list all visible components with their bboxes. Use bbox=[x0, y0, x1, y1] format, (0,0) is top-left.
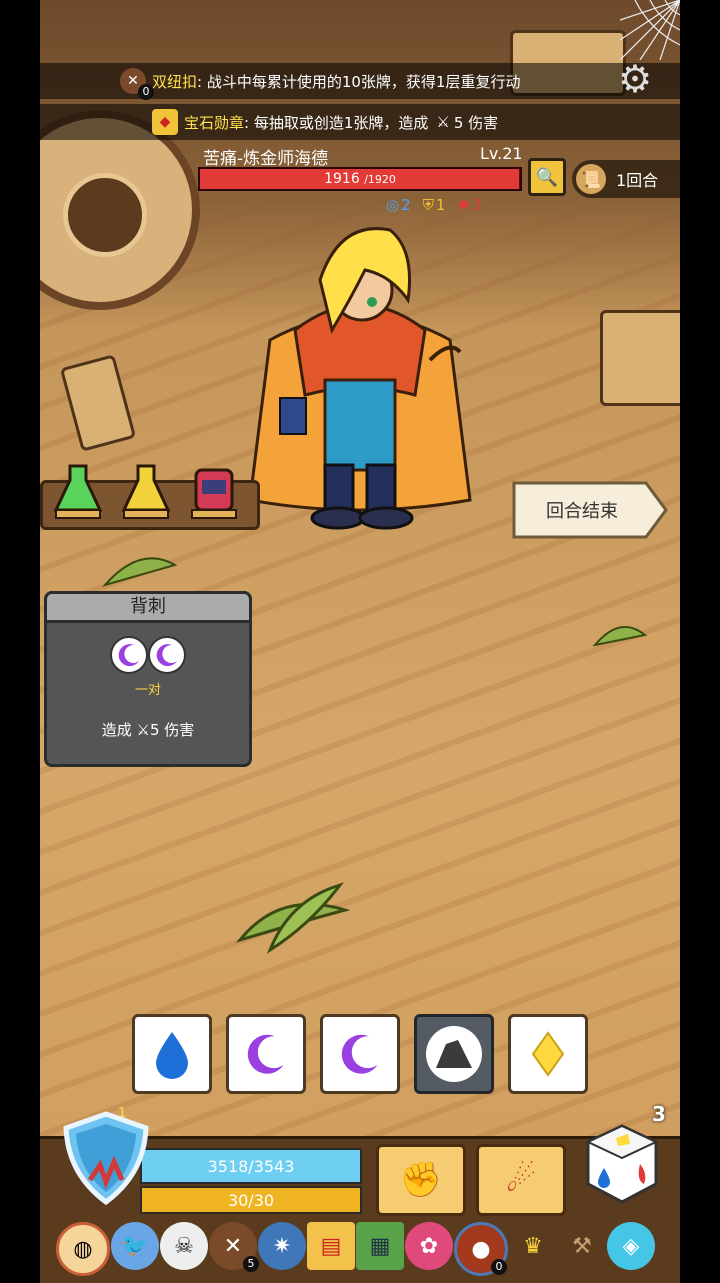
dice-slot[interactable] bbox=[132, 1014, 212, 1094]
status-claw[interactable]: ✸ 3 bbox=[457, 196, 481, 214]
enemy-name: 苦痛-炼金师海德 bbox=[203, 149, 329, 169]
meteor-skill-icon: ☄ bbox=[505, 1160, 537, 1200]
crown-relic-icon[interactable]: ♛ bbox=[509, 1222, 557, 1270]
cobweb-decoration bbox=[620, 0, 680, 60]
enemy-hp-max: /1920 bbox=[364, 173, 396, 186]
gem-medal-icon: ◆ bbox=[152, 109, 178, 135]
inspect-enemy-button[interactable]: 🔍 bbox=[528, 158, 566, 196]
relic-banner-double-button: ✕ 双纽扣 : 战斗中每累计使用的10张牌，获得1层重复行动 bbox=[40, 63, 680, 99]
fist-skill-icon: ✊ bbox=[399, 1160, 443, 1200]
reroll-dice-button[interactable] bbox=[584, 1124, 660, 1204]
skill-fist-button[interactable]: ✊ bbox=[376, 1144, 466, 1216]
end-turn-button[interactable]: 回合结束 bbox=[512, 481, 668, 539]
banner-damage: 5 伤害 bbox=[453, 113, 499, 132]
dice-slot[interactable] bbox=[320, 1014, 400, 1094]
green-potion[interactable] bbox=[52, 462, 104, 522]
red-potion[interactable] bbox=[188, 462, 240, 522]
yellow-potion[interactable] bbox=[120, 462, 172, 522]
die[interactable] bbox=[414, 1014, 494, 1094]
status-value: 3 bbox=[472, 196, 482, 214]
moon-icon bbox=[341, 1034, 378, 1074]
banner-relic-text: : 战斗中每累计使用的10张牌，获得1层重复行动 bbox=[197, 72, 521, 91]
enemy-alchemist-character[interactable] bbox=[240, 220, 480, 530]
die[interactable] bbox=[132, 1014, 212, 1094]
turn-counter: 📜 1回合 bbox=[572, 160, 680, 198]
banner-relic-name: 双纽扣 bbox=[152, 72, 198, 91]
cookie-relic-icon[interactable]: ◍ bbox=[56, 1222, 110, 1276]
spellbook-relic-icon[interactable]: ▤ bbox=[307, 1222, 355, 1270]
magnifier-icon: 🔍 bbox=[535, 166, 559, 188]
enemy-hp-current: 1916 bbox=[324, 171, 360, 187]
plant-decoration bbox=[235, 882, 350, 954]
sword-icon: ⚔ bbox=[436, 113, 450, 131]
player-shield-icon[interactable] bbox=[60, 1110, 152, 1206]
enemy-level: Lv.21 bbox=[480, 144, 523, 163]
skill-meteor-button[interactable]: ☄ bbox=[476, 1144, 566, 1216]
moon-icon bbox=[148, 636, 186, 674]
card-description: 造成 ⚔5 伤害 bbox=[44, 719, 252, 740]
status-swirl[interactable]: ◎ 2 bbox=[386, 196, 411, 214]
banner-relic-name: 宝石勋章 bbox=[184, 113, 245, 132]
moon-icon bbox=[247, 1034, 284, 1074]
skull-relic-icon[interactable]: ☠ bbox=[160, 1222, 208, 1270]
ice-star-relic-icon[interactable]: ✷ bbox=[258, 1222, 306, 1270]
dice-slot[interactable] bbox=[508, 1014, 588, 1094]
diamond-icon bbox=[531, 1031, 565, 1077]
die[interactable] bbox=[320, 1014, 400, 1094]
relic-bar: ◍ 🐦 ☠ ✕ 5 ✷ ▤ ▦ ✿ ● 0 ♛ ⚒ ◈ bbox=[56, 1222, 672, 1276]
shield-icon: ⛨ bbox=[422, 196, 434, 214]
settings-gear-button[interactable]: ⚙ bbox=[612, 56, 658, 102]
player-hp-bar: 3518/3543 bbox=[140, 1148, 362, 1184]
shield-badge: 1 bbox=[118, 1106, 127, 1121]
dice-slot[interactable] bbox=[226, 1014, 306, 1094]
relic-banner-gem-medal: ◆ 宝石勋章 : 每抽取或创造1张牌，造成 ⚔ 5 伤害 bbox=[40, 104, 680, 140]
moon-icon bbox=[110, 636, 148, 674]
sword-icon: ⚔ bbox=[136, 721, 150, 739]
status-shield[interactable]: ⛨ 1 bbox=[423, 196, 446, 214]
scroll-icon: 📜 bbox=[576, 164, 606, 194]
card-title: 背刺 bbox=[44, 591, 252, 623]
rock-icon bbox=[426, 1026, 482, 1082]
banner-badge: 0 bbox=[138, 84, 154, 100]
card-desc-damage: 5 伤害 bbox=[149, 721, 195, 739]
fallen-stone bbox=[59, 354, 137, 452]
coin-relic-icon[interactable]: ● 0 bbox=[454, 1222, 508, 1276]
status-value: 2 bbox=[401, 196, 411, 214]
banner-relic-text: : 每抽取或创造1张牌，造成 bbox=[244, 113, 429, 132]
axe-relic-icon[interactable]: ⚒ bbox=[558, 1222, 606, 1270]
relic-count: 0 bbox=[491, 1259, 507, 1275]
turn-label: 1回合 bbox=[616, 171, 659, 190]
leaf-decoration bbox=[102, 557, 178, 587]
water-drop-icon bbox=[156, 1032, 188, 1079]
card-pair-label: 一对 bbox=[134, 683, 161, 698]
card-desc-prefix: 造成 bbox=[101, 721, 132, 739]
puzzle-relic-icon[interactable]: ✿ bbox=[405, 1222, 453, 1270]
card-cost-moons bbox=[110, 636, 186, 676]
enemy-hp-text: 1916 /1920 bbox=[198, 167, 522, 191]
die[interactable] bbox=[226, 1014, 306, 1094]
button-relic-icon[interactable]: ✕ 5 bbox=[209, 1222, 259, 1272]
claw-icon: ✸ bbox=[457, 196, 471, 214]
dice-slot-selected[interactable] bbox=[414, 1014, 494, 1094]
swirl-icon: ◎ bbox=[386, 196, 400, 214]
die[interactable] bbox=[508, 1014, 588, 1094]
dice-remaining-count: 3 bbox=[652, 1102, 666, 1126]
relic-count: 5 bbox=[243, 1256, 259, 1272]
leaf-decoration bbox=[592, 626, 648, 647]
crystal-relic-icon[interactable]: ◈ bbox=[607, 1222, 655, 1270]
ruin-pillar bbox=[600, 310, 680, 406]
enemy-statuses: ◎ 2 ⛨ 1 ✸ 3 bbox=[386, 196, 482, 214]
status-value: 1 bbox=[435, 196, 446, 214]
player-mp-bar: 30/30 bbox=[140, 1186, 362, 1214]
blue-bird-relic-icon[interactable]: 🐦 bbox=[111, 1222, 159, 1270]
green-scroll-relic-icon[interactable]: ▦ bbox=[356, 1222, 404, 1270]
